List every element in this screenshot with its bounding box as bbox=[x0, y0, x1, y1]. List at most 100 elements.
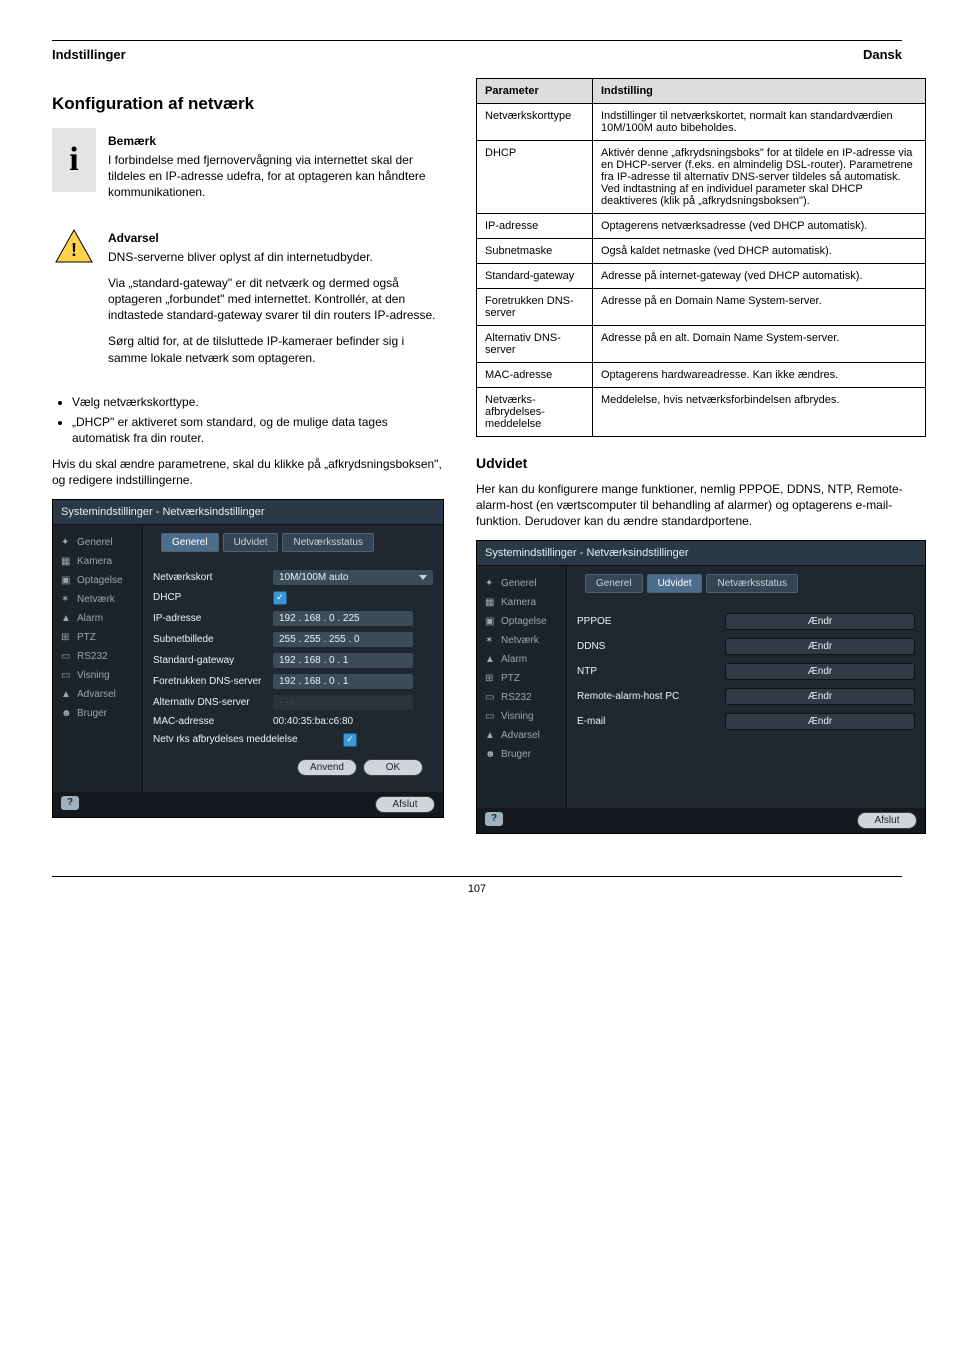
subnet-mask-field[interactable]: 255 . 255 . 255 . 0 bbox=[273, 632, 413, 647]
gear-icon: ✦ bbox=[485, 578, 495, 588]
row-pppoe: PPPOE Ændr bbox=[577, 613, 915, 630]
ok-button[interactable]: OK bbox=[363, 759, 423, 776]
field-label: E-mail bbox=[577, 716, 717, 727]
network-card-dropdown[interactable]: 10M/100M auto bbox=[273, 570, 433, 585]
display-icon: ▭ bbox=[61, 670, 71, 680]
note-heading: Bemærk bbox=[108, 134, 444, 148]
mac-value: 00:40:35:ba:c6:80 bbox=[273, 716, 353, 727]
ip-address-field[interactable]: 192 . 168 . 0 . 225 bbox=[273, 611, 413, 626]
sidebar-item-visning[interactable]: ▭Visning bbox=[53, 666, 142, 685]
table-row: DHCPAktivér denne „afkrydsningsboks" for… bbox=[477, 141, 926, 214]
sidebar-item-rs232[interactable]: ▭RS232 bbox=[477, 688, 566, 707]
sidebar-item-advarsel[interactable]: ▲Advarsel bbox=[53, 685, 142, 704]
field-label: Subnetbillede bbox=[153, 634, 273, 645]
table-row: MAC-adresseOptagerens hardwareadresse. K… bbox=[477, 363, 926, 388]
note-block: i Bemærk I forbindelse med fjernovervågn… bbox=[52, 128, 444, 211]
sidebar-item-ptz[interactable]: ⊞PTZ bbox=[477, 669, 566, 688]
sidebar-item-rs232[interactable]: ▭RS232 bbox=[53, 647, 142, 666]
tab-generel[interactable]: Generel bbox=[585, 574, 643, 593]
camera-icon: ▦ bbox=[485, 597, 495, 607]
field-label: PPPOE bbox=[577, 616, 717, 627]
sidebar-item-kamera[interactable]: ▦Kamera bbox=[477, 593, 566, 612]
window-title: Systemindstillinger - Netværksindstillin… bbox=[53, 500, 443, 525]
row-ip: IP-adresse 192 . 168 . 0 . 225 bbox=[153, 611, 433, 626]
header-left: Indstillinger bbox=[52, 47, 126, 62]
serial-icon: ▭ bbox=[485, 692, 495, 702]
tab-netvaerksstatus[interactable]: Netværksstatus bbox=[282, 533, 373, 552]
sidebar-item-netvaerk[interactable]: ✶Netværk bbox=[53, 590, 142, 609]
edit-button[interactable]: Ændr bbox=[725, 713, 915, 730]
record-icon: ▣ bbox=[61, 575, 71, 585]
field-label: DHCP bbox=[153, 592, 273, 603]
dhcp-checkbox[interactable]: ✓ bbox=[273, 591, 287, 605]
tab-generel[interactable]: Generel bbox=[161, 533, 219, 552]
sidebar-item-alarm[interactable]: ▲Alarm bbox=[477, 650, 566, 669]
display-icon: ▭ bbox=[485, 711, 495, 721]
user-icon: ☻ bbox=[485, 749, 495, 759]
field-label: MAC-adresse bbox=[153, 716, 273, 727]
sidebar-item-alarm[interactable]: ▲Alarm bbox=[53, 609, 142, 628]
section-heading: Konfiguration af netværk bbox=[52, 94, 444, 114]
field-label: Netv rks afbrydelses meddelelse bbox=[153, 734, 343, 745]
sidebar-item-netvaerk[interactable]: ✶Netværk bbox=[477, 631, 566, 650]
sidebar-item-advarsel[interactable]: ▲Advarsel bbox=[477, 726, 566, 745]
exit-button[interactable]: Afslut bbox=[857, 812, 917, 829]
table-header: Indstilling bbox=[592, 79, 925, 104]
window-title: Systemindstillinger - Netværksindstillin… bbox=[477, 541, 925, 566]
tab-netvaerksstatus[interactable]: Netværksstatus bbox=[706, 574, 797, 593]
row-disconnect-notify: Netv rks afbrydelses meddelelse ✓ bbox=[153, 733, 433, 747]
disconnect-checkbox[interactable]: ✓ bbox=[343, 733, 357, 747]
sidebar-item-optagelse[interactable]: ▣Optagelse bbox=[477, 612, 566, 631]
dns1-field[interactable]: 192 . 168 . 0 . 1 bbox=[273, 674, 413, 689]
edit-button[interactable]: Ændr bbox=[725, 688, 915, 705]
screenshot-network-advanced: Systemindstillinger - Netværksindstillin… bbox=[476, 540, 926, 834]
row-gateway: Standard-gateway 192 . 168 . 0 . 1 bbox=[153, 653, 433, 668]
row-mac: MAC-adresse 00:40:35:ba:c6:80 bbox=[153, 716, 433, 727]
help-icon[interactable]: ? bbox=[61, 796, 79, 810]
row-dns1: Foretrukken DNS-server 192 . 168 . 0 . 1 bbox=[153, 674, 433, 689]
warning-text-1: DNS-serverne bliver oplyst af din intern… bbox=[108, 249, 444, 265]
edit-button[interactable]: Ændr bbox=[725, 613, 915, 630]
sidebar: ✦Generel ▦Kamera ▣Optagelse ✶Netværk ▲Al… bbox=[53, 525, 143, 792]
sidebar-item-generel[interactable]: ✦Generel bbox=[477, 574, 566, 593]
note-text: I forbindelse med fjernovervågning via i… bbox=[108, 152, 444, 201]
page-number: 107 bbox=[52, 876, 902, 895]
body-text: Hvis du skal ændre parametrene, skal du … bbox=[52, 456, 444, 488]
sidebar-item-bruger[interactable]: ☻Bruger bbox=[477, 745, 566, 764]
edit-button[interactable]: Ændr bbox=[725, 638, 915, 655]
tab-udvidet[interactable]: Udvidet bbox=[647, 574, 703, 593]
alarm-icon: ▲ bbox=[61, 613, 71, 623]
sidebar-item-visning[interactable]: ▭Visning bbox=[477, 707, 566, 726]
sidebar-item-ptz[interactable]: ⊞PTZ bbox=[53, 628, 142, 647]
sidebar-item-bruger[interactable]: ☻Bruger bbox=[53, 704, 142, 723]
field-label: Alternativ DNS-server bbox=[153, 697, 273, 708]
help-icon[interactable]: ? bbox=[485, 812, 503, 826]
row-remote-alarm-host: Remote-alarm-host PCÆndr bbox=[577, 688, 915, 705]
field-label: DDNS bbox=[577, 641, 717, 652]
sidebar-item-optagelse[interactable]: ▣Optagelse bbox=[53, 571, 142, 590]
table-row: Alternativ DNS-serverAdresse på en alt. … bbox=[477, 326, 926, 363]
warning-heading: Advarsel bbox=[108, 231, 444, 245]
dns2-field[interactable]: · · · bbox=[273, 695, 413, 710]
gateway-field[interactable]: 192 . 168 . 0 . 1 bbox=[273, 653, 413, 668]
header-right: Dansk bbox=[863, 47, 902, 62]
ptz-icon: ⊞ bbox=[485, 673, 495, 683]
row-ddns: DDNS Ændr bbox=[577, 638, 915, 655]
row-mask: Subnetbillede 255 . 255 . 255 . 0 bbox=[153, 632, 433, 647]
exit-button[interactable]: Afslut bbox=[375, 796, 435, 813]
field-label: IP-adresse bbox=[153, 613, 273, 624]
warning-text-2: Via „standard-gateway" er dit netværk og… bbox=[108, 275, 444, 324]
camera-icon: ▦ bbox=[61, 556, 71, 566]
apply-button[interactable]: Anvend bbox=[297, 759, 357, 776]
edit-button[interactable]: Ændr bbox=[725, 663, 915, 680]
sidebar-item-generel[interactable]: ✦Generel bbox=[53, 533, 142, 552]
sidebar: ✦Generel ▦Kamera ▣Optagelse ✶Netværk ▲Al… bbox=[477, 566, 567, 808]
screenshot-network-general: Systemindstillinger - Netværksindstillin… bbox=[52, 499, 444, 818]
tab-udvidet[interactable]: Udvidet bbox=[223, 533, 279, 552]
row-dns2: Alternativ DNS-server · · · bbox=[153, 695, 433, 710]
field-label: NTP bbox=[577, 666, 717, 677]
field-label: Standard-gateway bbox=[153, 655, 273, 666]
ptz-icon: ⊞ bbox=[61, 632, 71, 642]
sidebar-item-kamera[interactable]: ▦Kamera bbox=[53, 552, 142, 571]
table-row: NetværkskorttypeIndstillinger til netvær… bbox=[477, 104, 926, 141]
